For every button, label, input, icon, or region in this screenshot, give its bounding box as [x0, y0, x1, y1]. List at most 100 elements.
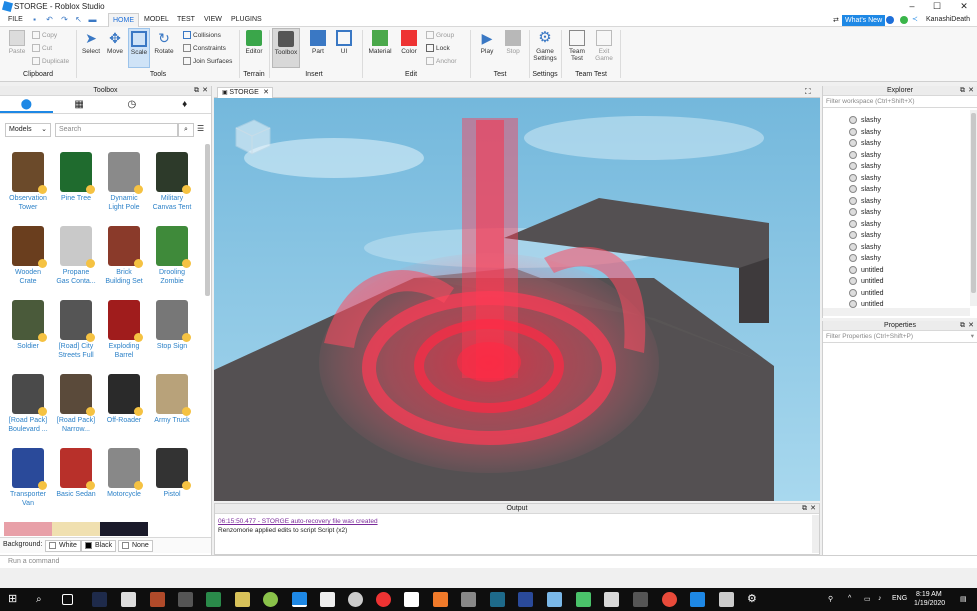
search-icon[interactable]: ⌕: [36, 592, 51, 607]
username-label[interactable]: KanashiDeath: [926, 16, 970, 23]
app-icon[interactable]: [121, 592, 136, 607]
toolbox-item[interactable]: Army Truck: [148, 374, 196, 442]
select-button[interactable]: ➤ Select: [80, 30, 102, 55]
collisions-toggle[interactable]: Collisions: [183, 30, 221, 41]
language-indicator[interactable]: ENG: [892, 595, 907, 602]
stop-button[interactable]: Stop: [502, 30, 524, 55]
explorer-item[interactable]: untitled: [849, 299, 884, 308]
paste-button[interactable]: Paste: [5, 30, 29, 55]
material-button[interactable]: Material: [366, 30, 394, 55]
app-icon[interactable]: [206, 592, 221, 607]
properties-filter-input[interactable]: Filter Properties (Ctrl+Shift+P) ▾: [823, 331, 977, 343]
command-bar-input[interactable]: Run a command: [0, 555, 977, 568]
toolbox-item[interactable]: Wooden Crate: [4, 226, 52, 294]
color-button[interactable]: Color: [398, 30, 420, 55]
app-icon[interactable]: [461, 592, 476, 607]
exit-game-button[interactable]: Exit Game: [593, 30, 615, 62]
share-network-icon[interactable]: ≺: [912, 15, 918, 23]
explorer-item[interactable]: untitled: [849, 288, 884, 300]
tab-creations-icon[interactable]: ♦: [158, 96, 211, 113]
bg-none-button[interactable]: None: [118, 540, 153, 552]
redo-icon[interactable]: ↷: [60, 15, 69, 24]
app-icon[interactable]: [690, 592, 705, 607]
play-button[interactable]: ▶ Play: [476, 30, 498, 55]
explorer-item[interactable]: slashy: [849, 207, 881, 219]
close-icon[interactable]: ✕: [968, 321, 974, 331]
explorer-item[interactable]: slashy: [849, 115, 881, 127]
toolbox-item[interactable]: [Road] City Streets Full: [52, 300, 100, 368]
quick-access-icon[interactable]: ↖: [74, 15, 83, 24]
bg-white-button[interactable]: White: [45, 540, 81, 552]
close-icon[interactable]: ✕: [810, 504, 816, 514]
clock-date[interactable]: 1/19/2020: [914, 600, 945, 607]
roblox-studio-taskbar-icon[interactable]: [292, 592, 307, 607]
explorer-item[interactable]: untitled: [849, 276, 884, 288]
tab-model[interactable]: MODEL: [140, 13, 173, 27]
explorer-item[interactable]: slashy: [849, 196, 881, 208]
app-icon[interactable]: [490, 592, 505, 607]
toolbox-item[interactable]: Pine Tree: [52, 152, 100, 220]
app-icon[interactable]: [433, 592, 448, 607]
chrome-icon[interactable]: [662, 592, 677, 607]
tab-recent-icon[interactable]: ◷: [106, 96, 159, 113]
copy-button[interactable]: Copy: [32, 30, 57, 41]
pin-icon[interactable]: ⧉: [960, 321, 965, 331]
fullscreen-icon[interactable]: ⛶: [805, 87, 811, 97]
undo-icon[interactable]: ↶: [45, 15, 54, 24]
output-scrollbar[interactable]: [812, 515, 819, 553]
windows-start-icon[interactable]: ⊞: [8, 592, 23, 607]
tab-plugins[interactable]: PLUGINS: [227, 13, 266, 27]
app-icon[interactable]: [263, 592, 278, 607]
notifications-icon[interactable]: ▤: [960, 595, 967, 603]
close-icon[interactable]: ✕: [968, 86, 974, 96]
constraints-toggle[interactable]: Constraints: [183, 43, 226, 54]
tab-storge[interactable]: ▣ STORGE ✕: [217, 87, 273, 98]
chevron-down-icon[interactable]: ▾: [971, 331, 974, 343]
explorer-item[interactable]: slashy: [849, 230, 881, 242]
toolbox-item[interactable]: Off-Roader: [100, 374, 148, 442]
people-icon[interactable]: ⚲: [828, 595, 833, 603]
yandex-icon[interactable]: [404, 592, 419, 607]
toolbox-scrollbar[interactable]: [205, 144, 210, 296]
tab-view[interactable]: VIEW: [200, 13, 226, 27]
output-line[interactable]: 06:15:50.477 - STORGE auto-recovery file…: [218, 518, 378, 525]
explorer-item[interactable]: slashy: [849, 242, 881, 254]
task-view-icon[interactable]: [62, 594, 73, 605]
tab-test[interactable]: TEST: [173, 13, 199, 27]
toolbox-item[interactable]: Dynamic Light Pole: [100, 152, 148, 220]
explorer-item[interactable]: slashy: [849, 253, 881, 265]
whats-new-button[interactable]: What's New: [842, 15, 886, 26]
terrain-editor-button[interactable]: Editor: [242, 30, 266, 55]
pin-icon[interactable]: ⧉: [960, 86, 965, 96]
model-thumbnail[interactable]: [4, 522, 52, 536]
filter-icon[interactable]: ☰: [197, 124, 204, 133]
toolbox-search-input[interactable]: Search: [55, 123, 178, 137]
save-icon[interactable]: ▪: [30, 15, 39, 24]
duplicate-button[interactable]: Duplicate: [32, 56, 69, 67]
toolbox-item[interactable]: Propane Gas Conta...: [52, 226, 100, 294]
anchor-button[interactable]: Anchor: [426, 56, 457, 67]
network-icon[interactable]: ▭: [864, 595, 871, 603]
close-button[interactable]: ✕: [952, 0, 976, 13]
model-thumbnail[interactable]: [52, 522, 100, 536]
app-icon[interactable]: [547, 592, 562, 607]
app-icon[interactable]: [576, 592, 591, 607]
app-icon[interactable]: [348, 592, 363, 607]
app-icon[interactable]: [604, 592, 619, 607]
pin-icon[interactable]: ⧉: [194, 86, 199, 96]
scrollbar-thumb[interactable]: [971, 113, 976, 293]
join-surfaces-toggle[interactable]: Join Surfaces: [183, 56, 232, 67]
team-test-button[interactable]: Team Test: [566, 30, 588, 62]
menu-file[interactable]: FILE: [4, 13, 27, 27]
pin-icon[interactable]: ⧉: [802, 504, 807, 514]
cut-button[interactable]: Cut: [32, 43, 52, 54]
toolbox-item[interactable]: Observation Tower: [4, 152, 52, 220]
app-icon[interactable]: [633, 592, 648, 607]
move-button[interactable]: ✥ Move: [104, 30, 126, 55]
explorer-item[interactable]: slashy: [849, 219, 881, 231]
explorer-item[interactable]: slashy: [849, 173, 881, 185]
part-button[interactable]: Part: [306, 30, 330, 55]
tab-marketplace-icon[interactable]: ⬤: [0, 96, 53, 113]
ui-button[interactable]: UI: [333, 30, 355, 55]
toolbox-item[interactable]: Soldier: [4, 300, 52, 368]
